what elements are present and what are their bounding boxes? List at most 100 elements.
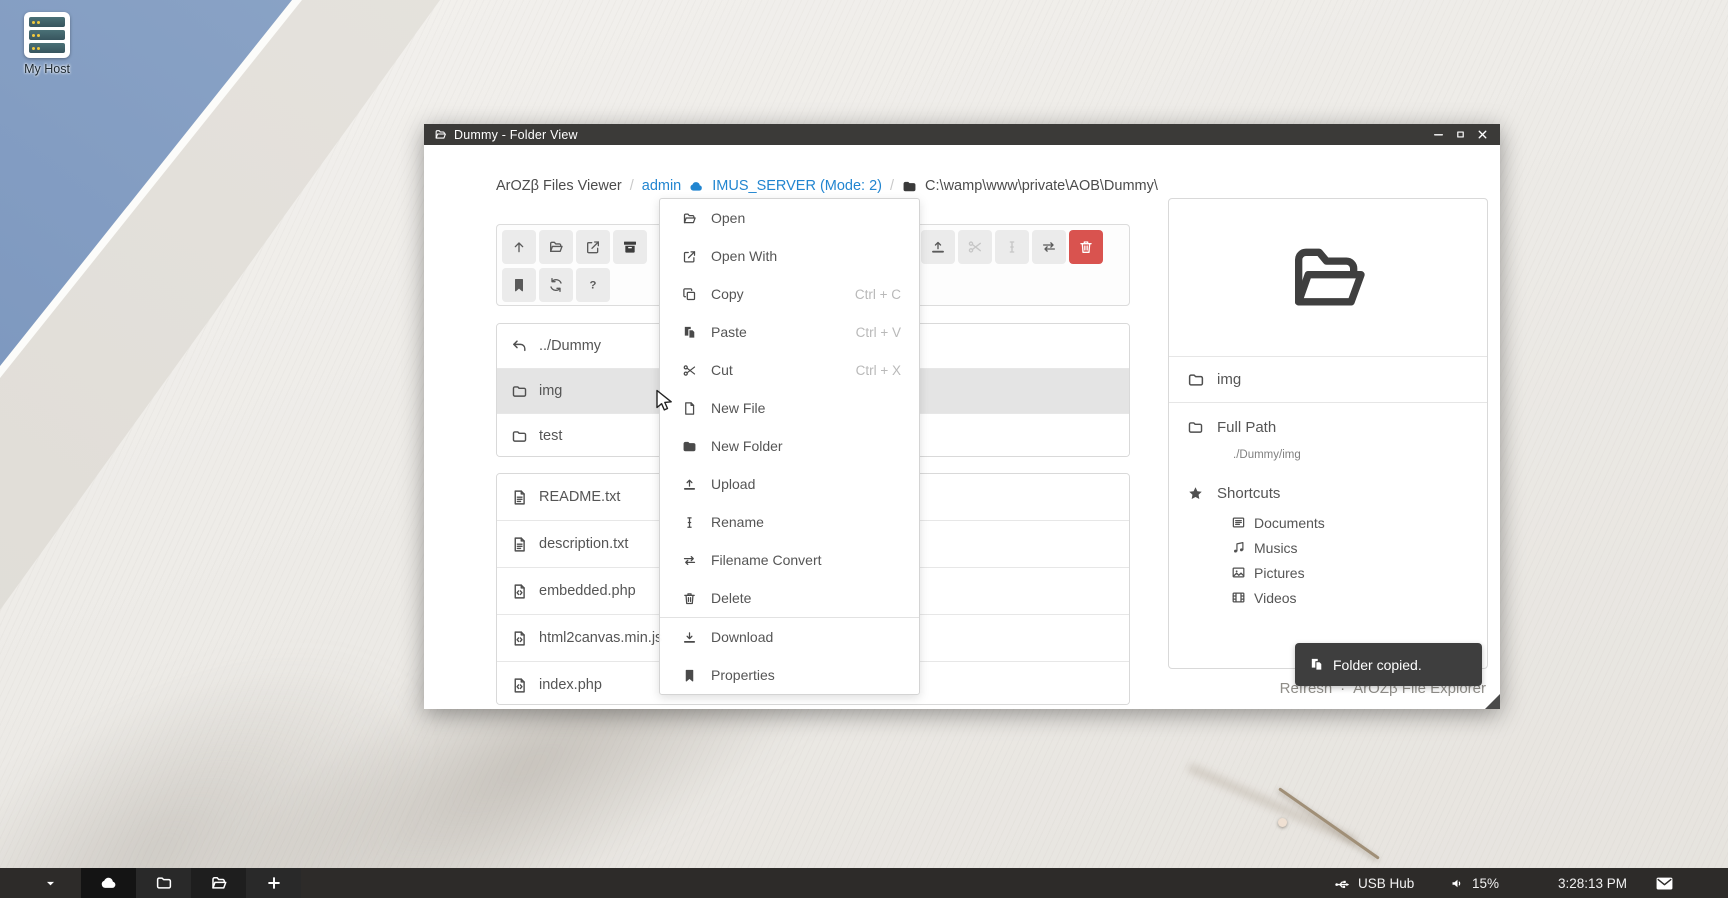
volume-tray-item[interactable]: 15%	[1450, 868, 1499, 898]
menu-item-new-file[interactable]: New File	[660, 389, 919, 427]
menu-item-properties[interactable]: Properties	[660, 656, 919, 694]
desktop: My Host Dummy - Folder View ArOZβ Files …	[0, 0, 1728, 898]
picture-icon	[1231, 565, 1246, 580]
clock[interactable]: 3:28:13 PM	[1558, 868, 1627, 898]
menu-item-label: Delete	[711, 590, 751, 606]
menu-item-label: Open	[711, 210, 745, 226]
file-name: ../Dummy	[539, 338, 601, 354]
menu-item-label: Upload	[711, 476, 755, 492]
breadcrumb-user-link[interactable]: admin	[642, 178, 682, 194]
taskbar-app-add[interactable]	[246, 868, 301, 898]
breadcrumb: ArOZβ Files Viewer / admin IMUS_SERVER (…	[496, 176, 1158, 196]
shortcut-pictures[interactable]: Pictures	[1231, 560, 1469, 585]
refresh-button[interactable]	[539, 268, 573, 302]
ibeam-icon	[1004, 239, 1020, 255]
folder-open-icon	[1284, 234, 1372, 322]
new-file-icon	[682, 401, 697, 416]
server-icon	[24, 12, 70, 58]
breadcrumb-separator: /	[630, 178, 634, 194]
menu-item-copy[interactable]: Copy Ctrl + C	[660, 275, 919, 313]
menu-item-new-folder[interactable]: New Folder	[660, 427, 919, 465]
close-icon[interactable]	[1476, 128, 1489, 141]
star-icon	[1187, 485, 1204, 502]
menu-item-label: Rename	[711, 514, 764, 530]
window-titlebar[interactable]: Dummy - Folder View	[424, 124, 1500, 145]
rename-button[interactable]	[995, 230, 1029, 264]
menu-item-shortcut: Ctrl + C	[855, 287, 901, 302]
menu-item-label: New File	[711, 400, 765, 416]
question-icon: ?	[585, 277, 601, 293]
shortcut-videos[interactable]: Videos	[1231, 585, 1469, 610]
archive-icon	[622, 239, 638, 255]
taskbar-app-file-explorer[interactable]	[191, 868, 246, 898]
delete-button[interactable]	[1069, 230, 1103, 264]
go-up-button[interactable]	[502, 230, 536, 264]
toolbar-row1-left	[502, 230, 647, 264]
shortcut-label: Videos	[1254, 590, 1297, 606]
menu-item-open-with[interactable]: Open With	[660, 237, 919, 275]
panel-preview	[1169, 199, 1487, 357]
wallpaper-ski-pole-knob	[1278, 818, 1287, 827]
shortcuts-label: Shortcuts	[1217, 485, 1280, 502]
shortcut-label: Musics	[1254, 540, 1298, 556]
menu-item-rename[interactable]: Rename	[660, 503, 919, 541]
mail-tray-item[interactable]	[1655, 868, 1674, 898]
trash-icon	[1078, 239, 1094, 255]
open-button[interactable]	[539, 230, 573, 264]
bookmark-icon	[511, 277, 527, 293]
breadcrumb-server-link[interactable]: IMUS_SERVER (Mode: 2)	[712, 178, 882, 194]
menu-item-shortcut: Ctrl + V	[856, 325, 901, 340]
panel-folder-name: img	[1217, 371, 1241, 388]
mail-icon	[1655, 874, 1674, 893]
svg-text:?: ?	[590, 280, 597, 292]
folder-icon	[155, 874, 173, 892]
menu-item-label: New Folder	[711, 438, 783, 454]
arrow-back-icon	[511, 338, 528, 355]
cloud-icon	[100, 874, 118, 892]
menu-item-label: Cut	[711, 362, 733, 378]
file-name: README.txt	[539, 489, 620, 505]
menu-item-open[interactable]: Open	[660, 199, 919, 237]
upload-button[interactable]	[921, 230, 955, 264]
properties-button[interactable]	[502, 268, 536, 302]
file-name: index.php	[539, 677, 602, 693]
folder-icon	[1187, 419, 1204, 436]
menu-item-delete[interactable]: Delete	[660, 579, 919, 617]
menu-item-label: Open With	[711, 248, 777, 264]
menu-item-download[interactable]: Download	[660, 617, 919, 656]
shortcut-label: Documents	[1254, 515, 1325, 531]
menu-item-cut[interactable]: CutCtrl + X	[660, 351, 919, 389]
cut-button[interactable]	[958, 230, 992, 264]
shortcut-musics[interactable]: Musics	[1231, 535, 1469, 560]
menu-item-label: Copy	[711, 286, 744, 302]
full-path-row: Full Path	[1187, 419, 1469, 436]
taskbar-app-folder[interactable]	[136, 868, 191, 898]
maximize-icon[interactable]	[1454, 128, 1467, 141]
arrow-up-icon	[511, 239, 527, 255]
folder-view-window: Dummy - Folder View ArOZβ Files Viewer /…	[424, 124, 1500, 709]
desktop-icon-my-host[interactable]: My Host	[14, 12, 80, 76]
folder-open-icon	[682, 211, 697, 226]
newspaper-icon	[1231, 515, 1246, 530]
open-with-button[interactable]	[576, 230, 610, 264]
upload-icon	[682, 477, 697, 492]
swap-icon	[682, 553, 697, 568]
chevron-down-icon[interactable]	[44, 877, 57, 890]
filename-convert-button[interactable]	[1032, 230, 1066, 264]
archive-button[interactable]	[613, 230, 647, 264]
menu-item-filename-convert[interactable]: Filename Convert	[660, 541, 919, 579]
taskbar-app-cloud[interactable]	[81, 868, 136, 898]
resize-handle[interactable]	[1485, 694, 1500, 709]
shortcut-documents[interactable]: Documents	[1231, 510, 1469, 535]
folder-open-icon	[548, 239, 564, 255]
minimize-icon[interactable]	[1432, 128, 1445, 141]
usb-hub-tray-item[interactable]: USB Hub	[1334, 868, 1414, 898]
menu-item-upload[interactable]: Upload	[660, 465, 919, 503]
properties-panel: img Full Path ./Dummy/img Shortcuts Docu…	[1168, 198, 1488, 669]
help-button[interactable]: ?	[576, 268, 610, 302]
swap-icon	[1041, 239, 1057, 255]
trash-icon	[682, 591, 697, 606]
window-controls	[1430, 127, 1490, 143]
menu-item-label: Download	[711, 629, 773, 645]
menu-item-paste[interactable]: PasteCtrl + V	[660, 313, 919, 351]
